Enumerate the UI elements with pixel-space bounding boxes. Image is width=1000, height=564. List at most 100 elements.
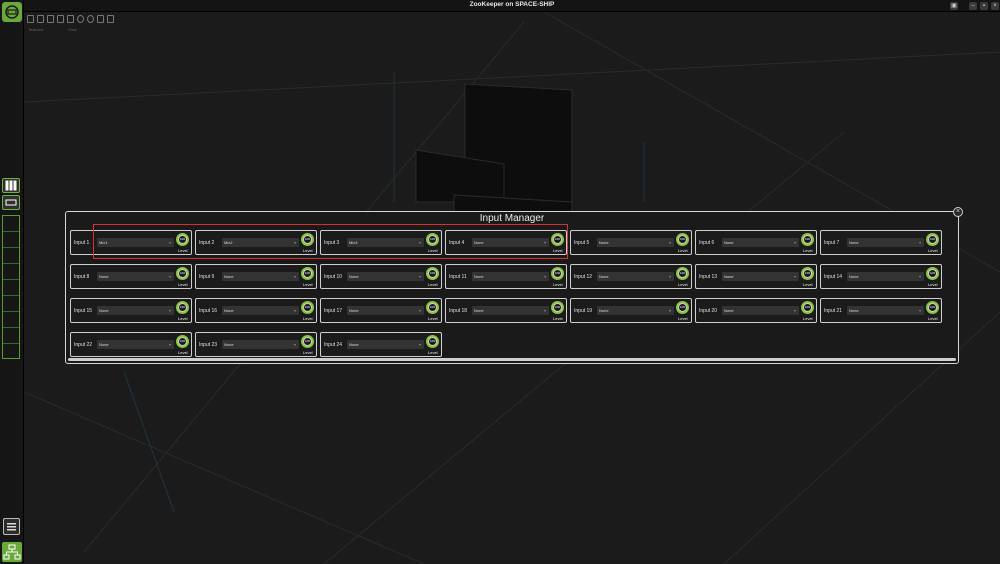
level-knob[interactable]: 100 [301,267,314,280]
source-select[interactable]: None ▾ [722,272,799,281]
maximize-button[interactable]: ▪ [980,2,988,10]
source-select-value: None [849,308,859,313]
chevron-down-icon: ▾ [418,308,421,313]
source-select[interactable]: None ▾ [97,272,174,281]
source-select[interactable]: None ▾ [597,306,674,315]
level-knob[interactable]: 100 [176,335,189,348]
input-label: Input 6 [699,240,715,246]
level-knob[interactable]: 100 [176,301,189,314]
level-knob-face: 100 [678,303,687,312]
slot[interactable] [3,248,19,264]
route-view-icon[interactable] [2,195,20,210]
level-knob[interactable]: 100 [676,301,689,314]
level-knob-face: 100 [803,269,812,278]
input-label: Input 11 [449,274,467,280]
close-window-button[interactable]: × [991,2,999,10]
source-select[interactable]: None ▾ [222,340,299,349]
level-knob[interactable]: 100 [801,233,814,246]
network-icon[interactable] [2,542,22,562]
input-cell: Input 6 None ▾ 100 Level [695,230,817,255]
source-select[interactable]: Mix2 ▾ [222,238,299,247]
source-select[interactable]: Mix3 ▾ [347,238,424,247]
level-knob[interactable]: 100 [426,335,439,348]
level-knob-face: 100 [553,235,562,244]
source-select-value: None [724,240,734,245]
level-knob[interactable]: 100 [676,267,689,280]
level-label: Level [803,316,813,321]
level-knob[interactable]: 100 [426,267,439,280]
level-knob[interactable]: 100 [551,301,564,314]
horizontal-scrollbar[interactable] [68,358,956,361]
app-window: ZooKeeper on SPACE-SHIP ▣ – ▪ × Textured… [0,0,1000,564]
level-knob[interactable]: 100 [426,233,439,246]
source-select[interactable]: None ▾ [472,238,549,247]
columns-view-icon[interactable] [2,178,20,193]
level-knob[interactable]: 100 [426,301,439,314]
level-knob[interactable]: 100 [926,301,939,314]
slot[interactable] [3,296,19,312]
level-knob-face: 100 [303,303,312,312]
source-select[interactable]: None ▾ [222,272,299,281]
level-knob-value: 100 [804,305,810,309]
chevron-down-icon: ▾ [918,240,921,245]
source-select-value: None [224,342,234,347]
source-select[interactable]: None ▾ [97,306,174,315]
level-knob[interactable]: 100 [551,233,564,246]
level-knob[interactable]: 100 [801,267,814,280]
level-knob[interactable]: 100 [301,301,314,314]
slot[interactable] [3,232,19,248]
minimize-button[interactable]: – [969,2,977,10]
level-knob[interactable]: 100 [301,335,314,348]
source-select[interactable]: None ▾ [222,306,299,315]
source-select[interactable]: Mix1 ▾ [97,238,174,247]
source-select[interactable]: None ▾ [847,272,924,281]
level-knob[interactable]: 100 [801,301,814,314]
chevron-down-icon: ▾ [418,274,421,279]
level-knob[interactable]: 100 [176,267,189,280]
level-label: Level [678,282,688,287]
level-knob-face: 100 [928,235,937,244]
source-select[interactable]: None ▾ [597,238,674,247]
source-select[interactable]: None ▾ [97,340,174,349]
slot[interactable] [3,280,19,296]
source-select[interactable]: None ▾ [472,272,549,281]
input-cell: Input 13 None ▾ 100 Level [695,264,817,289]
source-select[interactable]: None ▾ [347,306,424,315]
level-label: Level [928,248,938,253]
slot[interactable] [3,312,19,328]
input-cell: Input 23 None ▾ 100 Level [195,332,317,357]
level-knob[interactable]: 100 [176,233,189,246]
list-icon[interactable] [3,518,20,535]
level-knob[interactable]: 100 [926,267,939,280]
source-select[interactable]: None ▾ [722,238,799,247]
close-icon[interactable]: × [953,207,963,217]
level-knob[interactable]: 100 [926,233,939,246]
source-select[interactable]: None ▾ [597,272,674,281]
level-knob[interactable]: 100 [551,267,564,280]
level-label: Level [178,350,188,355]
source-select-value: None [349,308,359,313]
source-select[interactable]: None ▾ [347,340,424,349]
source-select[interactable]: None ▾ [722,306,799,315]
input-cell: Input 11 None ▾ 100 Level [445,264,567,289]
source-select[interactable]: None ▾ [472,306,549,315]
app-logo-icon[interactable] [2,2,22,22]
level-knob-face: 100 [678,269,687,278]
level-knob-face: 100 [553,269,562,278]
slot[interactable] [3,328,19,344]
level-label: Level [178,316,188,321]
slot[interactable] [3,216,19,232]
source-select[interactable]: None ▾ [347,272,424,281]
slot[interactable] [3,264,19,280]
level-knob[interactable]: 100 [301,233,314,246]
level-knob-value: 100 [554,237,560,241]
input-cell: Input 19 None ▾ 100 Level [570,298,692,323]
input-label: Input 21 [824,308,843,314]
level-knob-face: 100 [178,303,187,312]
display-icon[interactable]: ▣ [950,2,958,10]
level-knob[interactable]: 100 [676,233,689,246]
source-select[interactable]: None ▾ [847,238,924,247]
input-label: Input 16 [199,308,218,314]
source-select[interactable]: None ▾ [847,306,924,315]
level-knob-face: 100 [428,235,437,244]
